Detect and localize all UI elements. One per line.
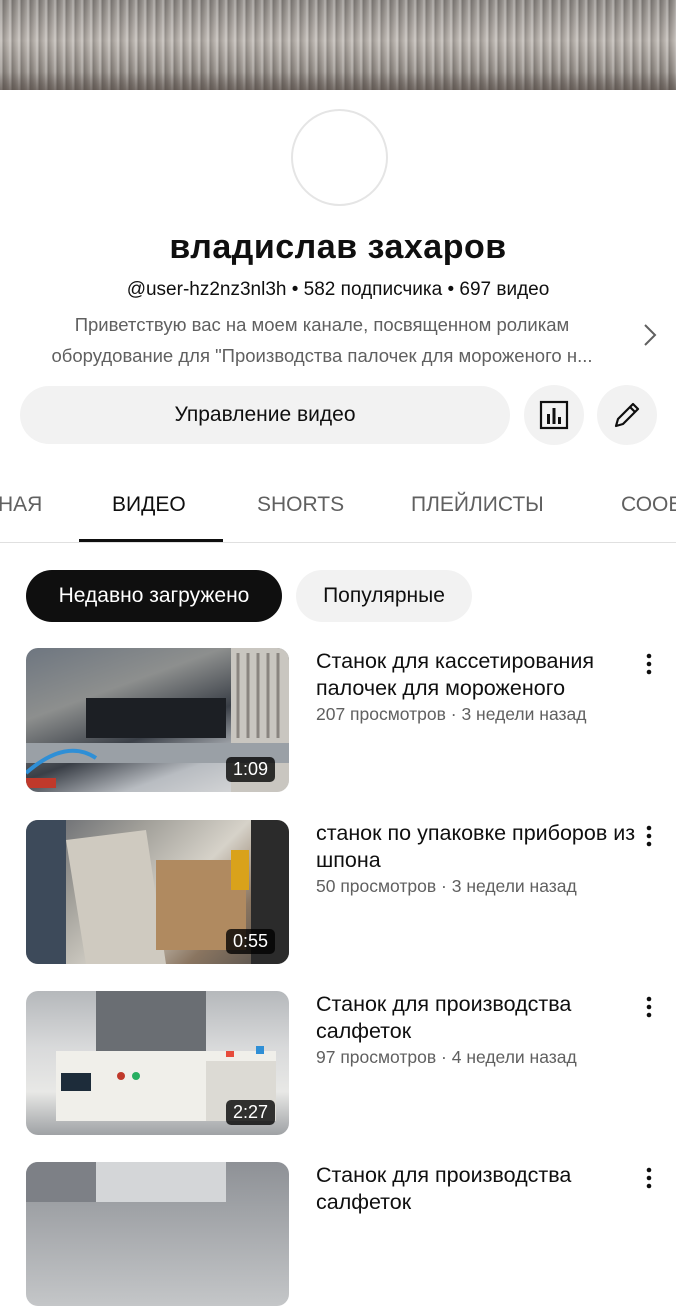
description-line-1: Приветствую вас на моем канале, посвящен… — [74, 314, 570, 335]
video-duration: 2:27 — [225, 1100, 275, 1125]
description-line-2: оборудование для "Производства палочек д… — [51, 345, 593, 366]
video-item[interactable]: Станок для производства салфеток — [0, 1162, 676, 1312]
video-meta: 207 просмотров · 3 недели назад — [316, 704, 587, 724]
video-item[interactable]: 0:55 станок по упаковке приборов из шпон… — [0, 820, 676, 970]
video-title[interactable]: Станок для производства салфеток — [316, 1162, 636, 1216]
video-meta: 97 просмотров · 4 недели назад — [316, 1047, 577, 1067]
manage-videos-button[interactable]: Управление видео — [20, 386, 510, 444]
more-vertical-icon[interactable] — [640, 995, 658, 1019]
video-thumbnail[interactable]: 0:55 — [26, 820, 289, 964]
channel-meta: @user-hz2nz3nl3h • 582 подписчика • 697 … — [126, 279, 550, 300]
channel-description[interactable]: Приветствую вас на моем канале, посвящен… — [22, 309, 622, 371]
active-tab-indicator — [79, 539, 223, 542]
bar-chart-icon — [539, 400, 569, 430]
video-duration: 1:09 — [225, 757, 275, 782]
tab-videos[interactable]: ВИДЕО — [112, 470, 186, 542]
more-vertical-icon[interactable] — [640, 824, 658, 848]
video-title[interactable]: Станок для кассетирования палочек для мо… — [316, 648, 636, 702]
more-vertical-icon[interactable] — [640, 652, 658, 676]
video-thumbnail[interactable] — [26, 1162, 289, 1306]
tab-main[interactable]: НАЯ — [0, 470, 42, 542]
analytics-button[interactable] — [524, 385, 584, 445]
chip-recent[interactable]: Недавно загружено — [26, 570, 282, 622]
tab-shorts[interactable]: SHORTS — [257, 470, 344, 542]
video-title[interactable]: станок по упаковке приборов из шпона — [316, 820, 636, 874]
channel-banner — [0, 0, 676, 90]
channel-name: владислав захаров — [169, 228, 507, 266]
video-item[interactable]: 2:27 Станок для производства салфеток 97… — [0, 991, 676, 1141]
channel-tabs: НАЯ ВИДЕО SHORTS ПЛЕЙЛИСТЫ СООБ — [0, 470, 676, 543]
more-vertical-icon[interactable] — [640, 1166, 658, 1190]
chip-popular[interactable]: Популярные — [296, 570, 472, 622]
video-item[interactable]: 1:09 Станок для кассетирования палочек д… — [0, 648, 676, 798]
edit-channel-button[interactable] — [597, 385, 657, 445]
video-title[interactable]: Станок для производства салфеток — [316, 991, 636, 1045]
video-thumbnail[interactable]: 1:09 — [26, 648, 289, 792]
pencil-icon — [614, 402, 640, 428]
video-meta: 50 просмотров · 3 недели назад — [316, 876, 577, 896]
tab-playlists[interactable]: ПЛЕЙЛИСТЫ — [411, 470, 544, 542]
thumbnail-image — [26, 1162, 226, 1202]
tab-community[interactable]: СООБ — [621, 470, 676, 542]
chevron-right-icon[interactable] — [639, 322, 661, 348]
channel-avatar[interactable] — [291, 109, 388, 206]
video-thumbnail[interactable]: 2:27 — [26, 991, 289, 1135]
video-duration: 0:55 — [225, 929, 275, 954]
